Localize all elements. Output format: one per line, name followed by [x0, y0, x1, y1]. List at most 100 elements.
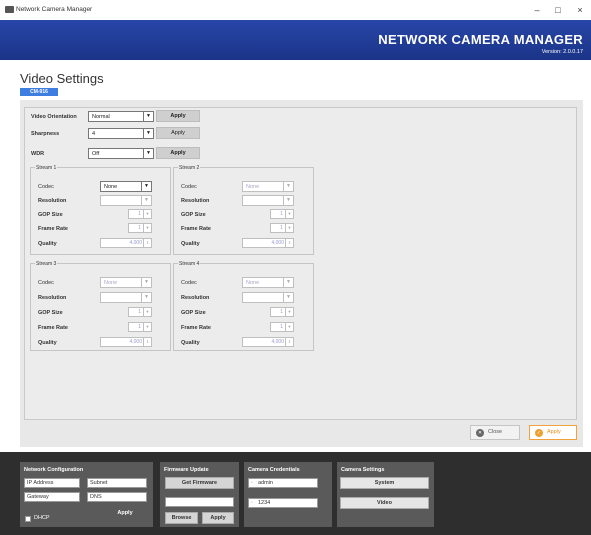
stream-1-title: Stream 1 [35, 165, 58, 171]
stream-3-codec-label: Codec [38, 280, 54, 286]
chevron-down-icon: ▼ [285, 224, 293, 232]
stream-2-fps-value: 1 [280, 225, 283, 231]
chevron-down-icon: ▼ [143, 149, 153, 158]
stream-4-fps-value: 1 [280, 324, 283, 330]
apply-button[interactable]: ✓ Apply [529, 425, 577, 440]
stream-3-codec-value: None [104, 280, 118, 286]
stream-3-codec-select[interactable]: None ▼ [100, 277, 152, 288]
chevron-down-icon: ▼ [285, 308, 293, 316]
stream-4-codec-select[interactable]: None ▼ [242, 277, 294, 288]
stream-1-fps-label: Frame Rate [38, 226, 68, 232]
stream-2-quality-value: 4,000 [271, 240, 284, 246]
chevron-down-icon: ▼ [283, 293, 293, 302]
stream-3-quality-value: 4,000 [129, 339, 142, 345]
stream-1-codec-value: None [104, 184, 118, 190]
stream-2-resolution-select[interactable]: ▼ [242, 195, 294, 206]
chevron-down-icon: ▼ [143, 112, 153, 121]
video-orientation-apply-button[interactable]: Apply [156, 110, 200, 122]
close-window-button[interactable]: × [573, 3, 587, 17]
dhcp-checkbox[interactable] [25, 516, 31, 522]
browse-button[interactable]: Browse [165, 512, 198, 524]
stream-1-gop-value: 1 [138, 211, 141, 217]
version-label: Version: 2.0.0.17 [541, 49, 583, 55]
stream-4-gop-stepper[interactable]: 1 ▼ [270, 307, 294, 317]
app-window: Network Camera Manager – □ × NETWORK CAM… [0, 0, 591, 535]
ip-address-input[interactable]: IP Address [24, 478, 80, 488]
stream-3-resolution-label: Resolution [38, 295, 67, 301]
chevron-down-icon: ▼ [143, 210, 151, 218]
stream-4-title: Stream 4 [178, 261, 201, 267]
camera-settings-title: Camera Settings [341, 467, 385, 473]
stream-2-title: Stream 2 [178, 165, 201, 171]
stream-1-gop-label: GOP Size [38, 212, 63, 218]
camera-app-icon [5, 6, 14, 13]
stream-1-codec-select[interactable]: None ▼ [100, 181, 152, 192]
firmware-file-input[interactable] [165, 497, 234, 507]
stream-3-title: Stream 3 [35, 261, 58, 267]
stream-4-codec-value: None [246, 280, 260, 286]
chevron-down-icon: ▼ [141, 293, 151, 302]
apply-button-label: Apply [547, 429, 561, 435]
sharpness-apply-button[interactable]: Apply [156, 127, 200, 139]
app-header: NETWORK CAMERA MANAGER Version: 2.0.0.17 [0, 20, 591, 60]
stream-2-codec-select[interactable]: None ▼ [242, 181, 294, 192]
stepper-arrows-icon: ⇕ [285, 338, 293, 346]
stream-4-quality-stepper[interactable]: 4,000 ⇕ [242, 337, 294, 347]
chevron-down-icon: ▼ [143, 224, 151, 232]
stream-4-codec-label: Codec [181, 280, 197, 286]
stream-2-fps-stepper[interactable]: 1 ▼ [270, 223, 294, 233]
system-settings-button[interactable]: System [340, 477, 429, 489]
chevron-down-icon: ▼ [283, 196, 293, 205]
stream-1-resolution-select[interactable]: ▼ [100, 195, 152, 206]
stream-1-quality-value: 4,000 [129, 240, 142, 246]
stream-3-fps-value: 1 [138, 324, 141, 330]
firmware-apply-button[interactable]: Apply [202, 512, 234, 524]
stream-3-resolution-select[interactable]: ▼ [100, 292, 152, 303]
stream-2-gop-stepper[interactable]: 1 ▼ [270, 209, 294, 219]
chevron-down-icon: ▼ [283, 182, 293, 191]
stream-4-resolution-select[interactable]: ▼ [242, 292, 294, 303]
stream-1-resolution-label: Resolution [38, 198, 67, 204]
dns-input[interactable]: DNS [87, 492, 147, 502]
get-firmware-button[interactable]: Get Firmware [165, 477, 234, 489]
gateway-input[interactable]: Gateway [24, 492, 80, 502]
stepper-arrows-icon: ⇕ [143, 338, 151, 346]
user-icon: ◦ [251, 480, 253, 486]
wdr-select[interactable]: Off ▼ [88, 148, 154, 159]
stream-3-quality-stepper[interactable]: 4,000 ⇕ [100, 337, 152, 347]
window-title: Network Camera Manager [16, 6, 93, 13]
video-settings-button[interactable]: Video [340, 497, 429, 509]
video-orientation-select[interactable]: Normal ▼ [88, 111, 154, 122]
network-apply-button[interactable]: Apply [103, 507, 147, 519]
stream-4-fps-label: Frame Rate [181, 325, 211, 331]
minimize-button[interactable]: – [530, 3, 544, 17]
close-button-label: Close [488, 429, 503, 435]
stream-3-gop-stepper[interactable]: 1 ▼ [128, 307, 152, 317]
stream-1-fps-stepper[interactable]: 1 ▼ [128, 223, 152, 233]
password-input[interactable]: ◦ 1234 [248, 498, 318, 508]
stream-3-fps-stepper[interactable]: 1 ▼ [128, 322, 152, 332]
stream-3-gop-label: GOP Size [38, 310, 63, 316]
stream-1-gop-stepper[interactable]: 1 ▼ [128, 209, 152, 219]
stream-1-quality-label: Quality [38, 241, 57, 247]
wdr-apply-button[interactable]: Apply [156, 147, 200, 159]
close-button[interactable]: ✕ Close [470, 425, 520, 440]
stream-2-gop-label: GOP Size [181, 212, 206, 218]
stream-2-quality-stepper[interactable]: 4,000 ⇕ [242, 238, 294, 248]
stream-2-fps-label: Frame Rate [181, 226, 211, 232]
subnet-input[interactable]: Subnet [87, 478, 147, 488]
username-input[interactable]: ◦ admin [248, 478, 318, 488]
stream-1-fps-value: 1 [138, 225, 141, 231]
stream-1-quality-stepper[interactable]: 4,000 ⇕ [100, 238, 152, 248]
stream-4-fps-stepper[interactable]: 1 ▼ [270, 322, 294, 332]
stream-2-quality-label: Quality [181, 241, 200, 247]
chevron-down-icon: ▼ [283, 278, 293, 287]
chevron-down-icon: ▼ [285, 210, 293, 218]
video-orientation-value: Normal [92, 114, 110, 120]
sharpness-select[interactable]: 4 ▼ [88, 128, 154, 139]
maximize-button[interactable]: □ [551, 3, 565, 17]
close-icon: ✕ [476, 429, 484, 437]
stream-2-codec-value: None [246, 184, 260, 190]
model-badge: CM-916 [20, 88, 58, 96]
lock-icon: ◦ [251, 500, 253, 506]
